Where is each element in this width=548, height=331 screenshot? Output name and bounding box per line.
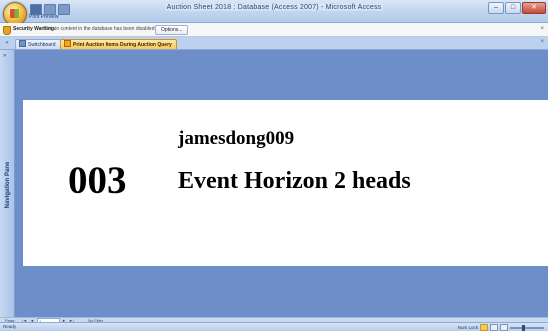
report-icon: [64, 40, 71, 47]
form-icon: [19, 40, 26, 47]
maximize-button[interactable]: □: [505, 2, 521, 14]
minimize-button[interactable]: –: [488, 2, 504, 14]
ribbon-tab-print-preview[interactable]: Print Preview: [25, 14, 62, 22]
close-icon[interactable]: ×: [540, 39, 544, 45]
security-warning-message: Certain content in the database has been…: [43, 26, 155, 32]
navigation-pane[interactable]: » Navigation Pane: [0, 50, 15, 317]
window-title: Auction Sheet 2018 : Database (Access 20…: [164, 4, 384, 11]
shield-icon: [3, 26, 11, 35]
title-bar: Auction Sheet 2018 : Database (Access 20…: [0, 0, 548, 26]
item-name: Event Horizon 2 heads: [178, 168, 411, 194]
close-icon[interactable]: ×: [540, 23, 544, 36]
report-page: 003 jamesdong009 Event Horizon 2 heads: [23, 100, 548, 266]
tab-print-auction-items[interactable]: Print Auction Items During Auction Query: [60, 39, 177, 49]
print-preview-area: 003 jamesdong009 Event Horizon 2 heads: [15, 50, 548, 317]
tab-switchboard[interactable]: Switchboard: [15, 39, 61, 49]
document-tabs: « Switchboard Print Auction Items During…: [0, 37, 548, 50]
zoom-slider[interactable]: [510, 324, 544, 331]
close-button[interactable]: ✕: [522, 2, 546, 14]
navigation-pane-label: Navigation Pane: [5, 161, 11, 209]
tab-label: Print Auction Items During Auction Query: [73, 42, 172, 48]
window-controls: – □ ✕: [488, 2, 546, 14]
seller-name: jamesdong009: [178, 128, 295, 149]
expand-icon[interactable]: »: [3, 53, 6, 59]
tab-label: Switchboard: [28, 42, 56, 48]
item-number: 003: [68, 159, 127, 202]
options-button[interactable]: Options...: [155, 25, 189, 35]
chevron-left-icon[interactable]: «: [3, 39, 11, 47]
security-warning-bar: Security Warning Certain content in the …: [0, 23, 548, 37]
